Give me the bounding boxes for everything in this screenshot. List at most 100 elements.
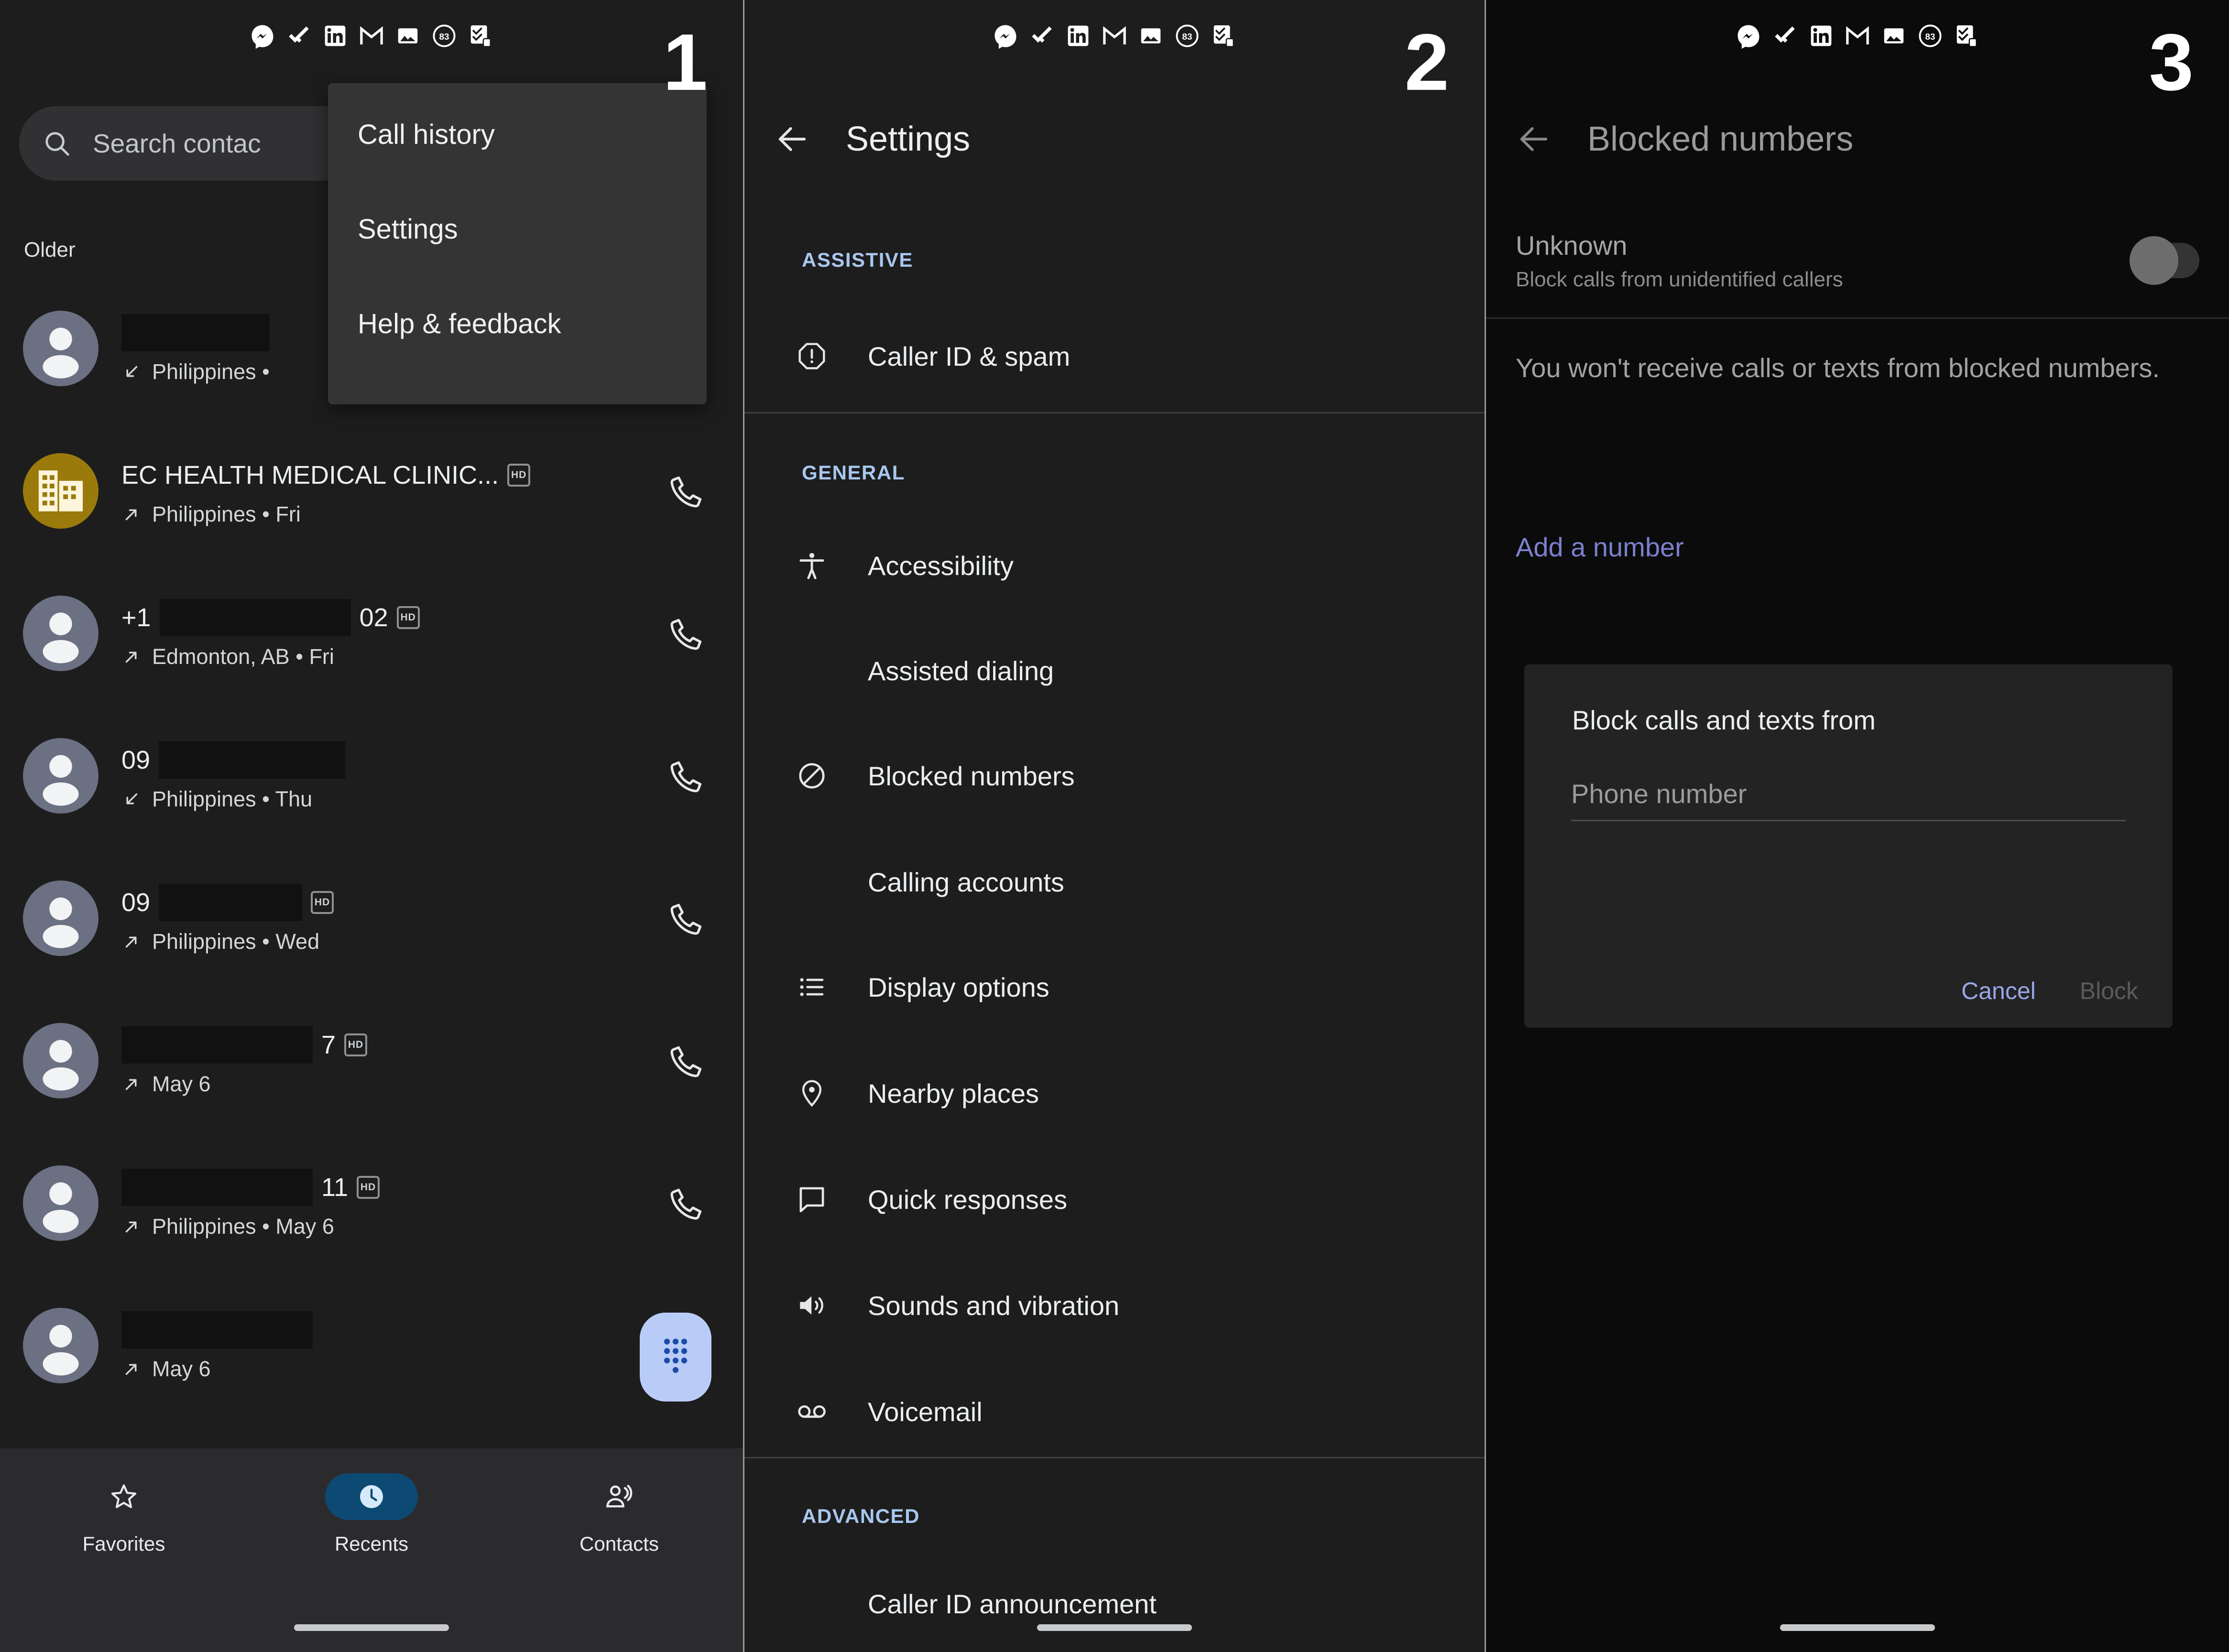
- search-input[interactable]: Search contac: [93, 128, 261, 159]
- section-label-older: Older: [24, 238, 76, 261]
- todoist-check-icon: [1772, 23, 1798, 49]
- settings-item-display-options[interactable]: Display options: [744, 961, 1485, 1013]
- hd-badge-icon: HD: [357, 1176, 380, 1199]
- settings-item-calling-accounts[interactable]: Calling accounts: [744, 856, 1485, 908]
- avatar: [23, 596, 98, 671]
- settings-item-assisted-dialing[interactable]: Assisted dialing: [744, 644, 1485, 697]
- home-indicator: [1037, 1624, 1192, 1631]
- linkedin-icon: [322, 23, 348, 49]
- table-row[interactable]: +1 02 HD Edmonton, AB • Fri: [0, 562, 743, 705]
- phone-number-field[interactable]: Phone number: [1571, 778, 2126, 821]
- settings-item-nearby-places[interactable]: Nearby places: [744, 1067, 1485, 1119]
- gmail-icon: [1845, 23, 1870, 49]
- chat-bubble-icon: [796, 1184, 828, 1215]
- todoist-check-icon: [286, 23, 312, 49]
- field-underline: [1571, 820, 2126, 821]
- tab-label: Contacts: [579, 1532, 659, 1555]
- menu-item-settings[interactable]: Settings: [328, 182, 707, 276]
- unknown-callers-row[interactable]: Unknown Block calls from unidentified ca…: [1486, 210, 2229, 311]
- settings-item-label: Accessibility: [868, 550, 1014, 581]
- dialog-title: Block calls and texts from: [1572, 705, 1876, 735]
- settings-item-accessibility[interactable]: Accessibility: [744, 539, 1485, 592]
- call-back-button[interactable]: [668, 615, 706, 652]
- table-row[interactable]: 7 HD May 6: [0, 989, 743, 1132]
- cancel-button[interactable]: Cancel: [1961, 977, 2036, 1005]
- contact-name: 09: [121, 746, 151, 774]
- voicemail-icon: [796, 1396, 828, 1427]
- menu-item-call-history[interactable]: Call history: [328, 87, 707, 182]
- panel-blocked-numbers: 83 3 Blocked numbers Unknown Block calls…: [1486, 0, 2229, 1652]
- table-row[interactable]: EC HEALTH MEDICAL CLINIC... HD Philippin…: [0, 420, 743, 562]
- call-back-button[interactable]: [668, 1185, 706, 1222]
- menu-item-help-feedback[interactable]: Help & feedback: [328, 276, 707, 371]
- tab-contacts[interactable]: Contacts: [495, 1473, 743, 1555]
- hd-badge-icon: HD: [507, 464, 531, 487]
- table-row[interactable]: May 6: [0, 1274, 743, 1417]
- settings-item-quick-responses[interactable]: Quick responses: [744, 1173, 1485, 1226]
- call-detail: May 6: [152, 1072, 211, 1096]
- page-title: Settings: [846, 120, 971, 158]
- settings-item-voicemail[interactable]: Voicemail: [744, 1385, 1485, 1438]
- list-icon: [796, 971, 828, 1003]
- tab-favorites[interactable]: Favorites: [0, 1473, 248, 1555]
- table-row[interactable]: 09 Philippines • Thu: [0, 705, 743, 847]
- app-bar: Blocked numbers: [1486, 94, 2229, 185]
- call-list: Philippines • EC HEALTH MEDICAL CLINIC..…: [0, 277, 743, 1417]
- tab-recents[interactable]: Recents: [248, 1473, 495, 1555]
- contact-name: 09: [121, 888, 151, 917]
- dialog-actions: Cancel Block: [1961, 977, 2138, 1005]
- overflow-menu: Call history Settings Help & feedback: [328, 83, 707, 404]
- add-a-number-button[interactable]: Add a number: [1516, 532, 1684, 563]
- block-icon: [796, 760, 828, 792]
- tasks-icon: [1954, 23, 1979, 49]
- photos-icon: [1138, 23, 1164, 49]
- settings-item-sounds-vibration[interactable]: Sounds and vibration: [744, 1279, 1485, 1332]
- step-number-1: 1: [663, 17, 708, 107]
- block-number-dialog: Block calls and texts from Phone number …: [1524, 664, 2173, 1028]
- blocked-description: You won't receive calls or texts from bl…: [1516, 353, 2160, 383]
- settings-item-caller-id-spam[interactable]: Caller ID & spam: [744, 330, 1485, 382]
- home-indicator: [1780, 1624, 1935, 1631]
- star-icon: [77, 1473, 170, 1520]
- badge-83-icon: 83: [431, 23, 457, 49]
- photos-icon: [1881, 23, 1907, 49]
- settings-item-label: Caller ID & spam: [868, 341, 1071, 371]
- settings-item-caller-id-announcement[interactable]: Caller ID announcement: [744, 1577, 1485, 1630]
- back-arrow-icon[interactable]: [1516, 121, 1552, 157]
- section-heading-assistive: ASSISTIVE: [802, 249, 913, 271]
- divider: [1486, 317, 2229, 319]
- badge-83-icon: 83: [1917, 23, 1943, 49]
- page-title: Blocked numbers: [1587, 120, 1854, 158]
- call-back-button[interactable]: [668, 1042, 706, 1079]
- unknown-callers-toggle[interactable]: [2130, 236, 2199, 285]
- avatar: [23, 453, 98, 529]
- call-back-button[interactable]: [668, 757, 706, 794]
- bottom-navigation: Favorites Recents Contacts: [0, 1448, 743, 1652]
- gmail-icon: [1102, 23, 1127, 49]
- contact-name-suffix: 02: [359, 603, 388, 632]
- call-back-button[interactable]: [668, 472, 706, 510]
- outgoing-call-arrow-icon: [121, 1359, 142, 1379]
- table-row[interactable]: 09 HD Philippines • Wed: [0, 847, 743, 989]
- dialpad-fab-button[interactable]: [640, 1313, 711, 1402]
- dialpad-icon: [655, 1331, 697, 1383]
- table-row[interactable]: 11 HD Philippines • May 6: [0, 1132, 743, 1274]
- linkedin-icon: [1808, 23, 1834, 49]
- hd-badge-icon: HD: [311, 891, 334, 914]
- settings-item-label: Quick responses: [868, 1184, 1068, 1215]
- messenger-icon: [993, 23, 1018, 49]
- settings-item-label: Nearby places: [868, 1078, 1039, 1109]
- unknown-subtitle: Block calls from unidentified callers: [1516, 267, 1843, 291]
- gmail-icon: [359, 23, 384, 49]
- call-back-button[interactable]: [668, 900, 706, 937]
- toggle-knob: [2130, 236, 2178, 285]
- home-indicator: [294, 1624, 449, 1631]
- three-panel-screenshot: 83 1 Search contac Older Philippines • E…: [0, 0, 2229, 1652]
- phone-number-input[interactable]: Phone number: [1571, 778, 2126, 809]
- clock-icon: [325, 1473, 418, 1520]
- block-button[interactable]: Block: [2080, 977, 2138, 1005]
- settings-item-blocked-numbers[interactable]: Blocked numbers: [744, 750, 1485, 802]
- contact-name-suffix: 7: [321, 1031, 336, 1059]
- back-arrow-icon[interactable]: [774, 121, 810, 157]
- divider: [744, 1457, 1485, 1458]
